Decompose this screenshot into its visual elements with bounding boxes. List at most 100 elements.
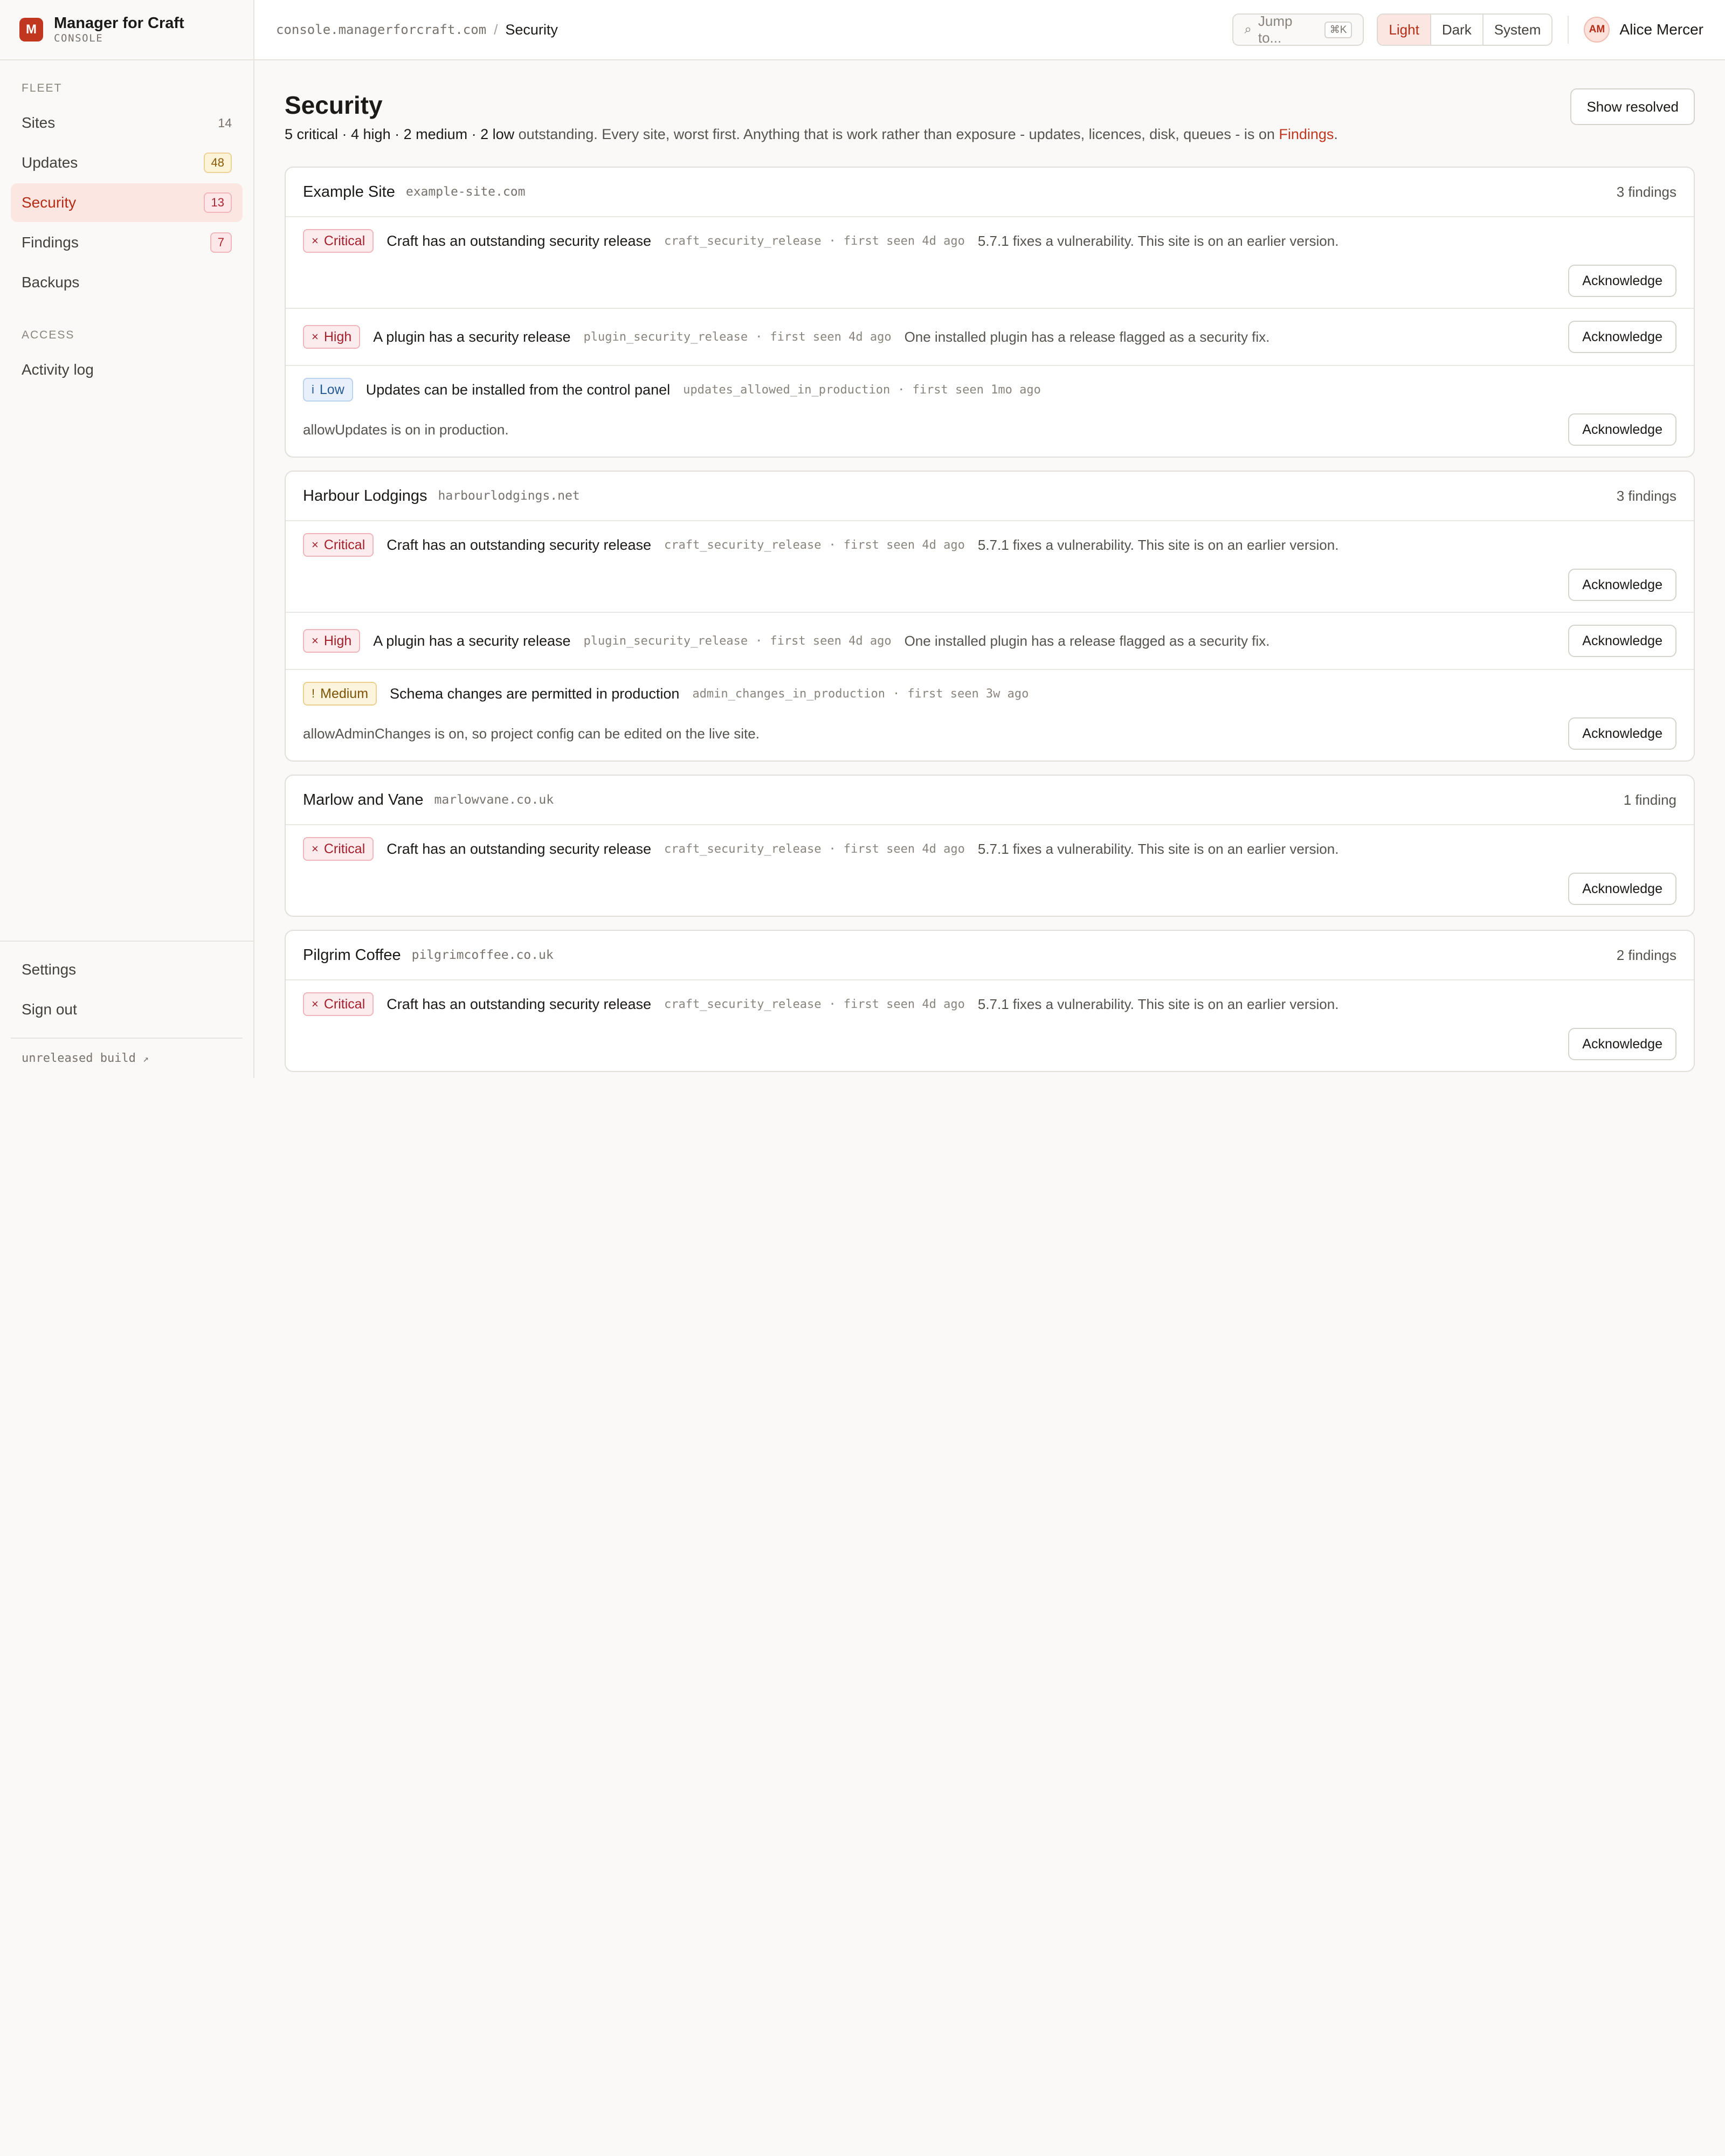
theme-option-dark[interactable]: Dark [1431,15,1484,45]
finding-actions: Acknowledge [1555,321,1676,353]
finding-code: plugin_security_release [583,634,748,648]
acknowledge-button[interactable]: Acknowledge [1568,625,1676,657]
finding-title: Craft has an outstanding security releas… [387,536,652,553]
finding-meta: craft_security_release · first seen 4d ago [664,998,965,1011]
finding-code: craft_security_release [664,234,822,248]
finding-body: × Critical Craft has an outstanding securi… [303,837,1676,861]
search-placeholder: Jump to... [1258,13,1293,46]
low-severity-icon: i [312,383,314,396]
divider [1568,16,1569,44]
finding-description: 5.7.1 fixes a vulnerability. This site i… [977,536,1339,553]
critical-severity-icon: × [312,842,319,855]
site-domain: example-site.com [405,185,526,199]
finding-body: i Low Updates can be installed from the co… [303,378,1676,402]
jump-to-search[interactable]: ⌕ Jump to... ⌘K [1232,13,1364,46]
finding-row: × Critical Craft has an outstanding securi… [286,980,1694,1071]
finding-row: ! Medium Schema changes are permitted in p… [286,670,1694,761]
finding-title: Craft has an outstanding security releas… [387,840,652,857]
count-badge: 7 [210,232,232,253]
breadcrumb-host[interactable]: console.managerforcraft.com [276,22,486,37]
topbar: console.managerforcraft.com / Security ⌕… [254,0,1725,60]
show-resolved-button[interactable]: Show resolved [1570,88,1695,125]
finding-meta: plugin_security_release · first seen 4d ag… [584,634,892,648]
severity-badge: × High [303,325,361,349]
site-domain: pilgrimcoffee.co.uk [411,948,554,962]
theme-option-system[interactable]: System [1484,15,1552,45]
acknowledge-button[interactable]: Acknowledge [1568,717,1676,750]
sidebar-item-activity-log[interactable]: Activity log [11,350,243,389]
site-name: Example Site [303,183,395,201]
severity-label: Critical [323,996,365,1012]
user-menu[interactable]: AM Alice Mercer [1584,17,1703,43]
breadcrumb-separator: / [494,21,498,38]
finding-body: × Critical Craft has an outstanding securi… [303,229,1676,253]
finding-description: allowUpdates is on in production. [303,421,509,438]
sidebar-item-label: Settings [22,961,77,978]
acknowledge-button[interactable]: Acknowledge [1568,569,1676,601]
acknowledge-button[interactable]: Acknowledge [1568,413,1676,446]
site-header[interactable]: Example Site example-site.com 3 findings [286,168,1694,217]
sidebar-item-sites[interactable]: Sites 14 [11,103,243,142]
brand-name: Manager for Craft [54,15,184,32]
build-link[interactable]: unreleased build ↗ [11,1038,243,1078]
acknowledge-button[interactable]: Acknowledge [1568,873,1676,905]
finding-title: Craft has an outstanding security releas… [387,232,652,249]
finding-meta: plugin_security_release · first seen 4d ag… [584,330,892,344]
site-domain: harbourlodgings.net [438,489,580,503]
finding-code: updates_allowed_in_production [683,383,891,397]
site-header[interactable]: Pilgrim Coffee pilgrimcoffee.co.uk 2 findi… [286,931,1694,980]
site-name: Harbour Lodgings [303,487,427,505]
finding-description: One installed plugin has a release flagg… [904,632,1270,649]
severity-badge: ! Medium [303,682,377,706]
findings-link[interactable]: Findings [1279,126,1334,142]
search-icon: ⌕ [1244,22,1252,37]
finding-action-row: Acknowledge [303,569,1676,601]
site-card: Marlow and Vane marlowvane.co.uk 1 finding… [285,775,1695,917]
medium-severity-icon: ! [312,687,315,700]
acknowledge-button[interactable]: Acknowledge [1568,321,1676,353]
finding-body: ! Medium Schema changes are permitted in p… [303,682,1676,706]
severity-badge: × Critical [303,837,374,861]
site-name: Pilgrim Coffee [303,946,401,964]
first-seen: first seen 4d ago [770,634,892,648]
sidebar-item-findings[interactable]: Findings 7 [11,223,243,262]
site-header[interactable]: Marlow and Vane marlowvane.co.uk 1 finding [286,776,1694,825]
finding-title: Craft has an outstanding security releas… [387,996,652,1012]
site-domain: marlowvane.co.uk [434,793,554,807]
finding-row: i Low Updates can be installed from the co… [286,366,1694,457]
sidebar-item-security[interactable]: Security 13 [11,183,243,222]
finding-main: × Critical Craft has an outstanding securi… [303,228,1676,254]
finding-title: Updates can be installed from the contro… [365,381,671,398]
finding-title: Schema changes are permitted in producti… [390,685,680,702]
theme-option-light[interactable]: Light [1378,15,1431,45]
site-card: Pilgrim Coffee pilgrimcoffee.co.uk 2 findi… [285,930,1695,1072]
first-seen: first seen 4d ago [770,330,892,344]
finding-row: × Critical Craft has an outstanding securi… [286,217,1694,309]
acknowledge-button[interactable]: Acknowledge [1568,265,1676,297]
sidebar-item-label: Security [22,194,77,211]
severity-label: High [323,329,352,344]
page-content: Security 5 critical · 4 high · 2 medium … [254,60,1725,1078]
brand[interactable]: M Manager for Craft CONSOLE [0,0,253,60]
first-seen: first seen 3w ago [907,687,1029,701]
finding-code: craft_security_release [664,842,822,856]
finding-body: × High A plugin has a security release plug… [303,325,1555,349]
site-header[interactable]: Harbour Lodgings harbourlodgings.net 3 fin… [286,472,1694,521]
count-badge: 13 [203,192,232,213]
sidebar-item-backups[interactable]: Backups [11,263,243,302]
finding-code: craft_security_release [664,997,822,1011]
finding-main: i Low Updates can be installed from the co… [303,377,1676,403]
severity-badge: × High [303,629,361,653]
finding-main: × Critical Craft has an outstanding securi… [303,991,1676,1017]
sidebar-item-sign-out[interactable]: Sign out [11,990,243,1029]
critical-severity-icon: × [312,234,319,247]
sidebar-item-settings[interactable]: Settings [11,950,243,989]
finding-code: plugin_security_release [583,330,748,344]
finding-main: ! Medium Schema changes are permitted in p… [303,681,1676,707]
first-seen: first seen 4d ago [843,538,965,552]
acknowledge-button[interactable]: Acknowledge [1568,1028,1676,1060]
findings-count: 3 findings [1616,183,1676,200]
breadcrumb-current: Security [505,21,558,38]
sidebar-item-updates[interactable]: Updates 48 [11,143,243,182]
critical-severity-icon: × [312,997,319,1011]
